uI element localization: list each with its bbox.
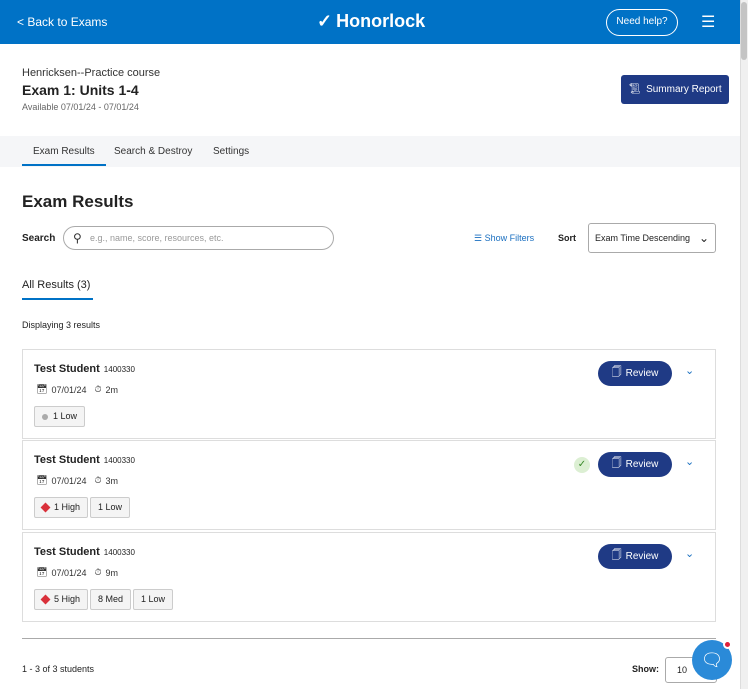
calendar-icon: 📅︎ (36, 567, 48, 577)
search-label: Search (22, 233, 56, 244)
student-id: 1400330 (103, 365, 135, 374)
exam-duration: 9m (105, 567, 119, 578)
exam-meta: 📅︎ 07/01/24 ⏱︎ 2m (36, 384, 118, 395)
show-label: Show: (632, 664, 659, 674)
badge-label: 8 Med (98, 594, 124, 604)
student-name-text: Test Student (34, 546, 100, 558)
review-label: Review (625, 459, 659, 470)
flag-badge: 1 Low (34, 406, 86, 427)
result-card: Test Student 1400330 📅︎ 07/01/24 ⏱︎ 3m 1 Hig… (22, 440, 716, 530)
divider (22, 638, 716, 639)
exam-date: 07/01/24 (51, 475, 87, 486)
badge-label: 1 High (54, 502, 81, 512)
chevron-down-icon[interactable]: ⌄ (685, 455, 694, 468)
badge-label: 1 Low (53, 411, 78, 421)
high-severity-icon (40, 502, 51, 513)
badge-label: 1 Low (141, 594, 166, 604)
show-filters-button[interactable]: ☰ Show Filters (474, 233, 534, 244)
chevron-down-icon[interactable]: ⌄ (685, 364, 694, 377)
exam-duration: 2m (105, 384, 119, 395)
exam-date: 07/01/24 (51, 567, 87, 578)
need-help-button[interactable]: Need help? (606, 9, 678, 36)
badge-label: 1 Low (98, 502, 123, 512)
shield-check-icon: ✓︎ (317, 11, 333, 31)
honorlock-logo: ✓︎ Honorlock (317, 11, 425, 32)
chevron-down-icon: ⌄ (698, 231, 709, 245)
sort-value: Exam Time Descending (595, 233, 691, 243)
student-name-text: Test Student (34, 454, 100, 466)
stopwatch-icon: ⏱︎ (94, 475, 102, 485)
flag-badge: 1 Low (133, 589, 174, 610)
flag-badge: 1 High (34, 497, 89, 518)
tab-exam-results[interactable]: Exam Results (22, 146, 106, 166)
exam-title: Exam 1: Units 1-4 (22, 82, 139, 98)
sliders-icon: ☰ (474, 233, 485, 243)
exam-duration: 3m (105, 475, 119, 486)
course-name: Henricksen--Practice course (22, 67, 161, 79)
result-card: Test Student 1400330 📅︎ 07/01/24 ⏱︎ 2m 1 Low… (22, 349, 716, 439)
flag-badge: 8 Med (90, 589, 132, 610)
search-input[interactable]: ⚲ e.g., name, score, resources, etc. (63, 226, 334, 250)
scrollbar[interactable] (740, 0, 748, 689)
review-doc-icon: 🗍︎ (611, 458, 622, 469)
top-bar: < Back to Exams ✓︎ Honorlock Need help? ☰ (0, 0, 740, 44)
stopwatch-icon: ⏱︎ (94, 567, 102, 577)
flag-badge: 1 Low (90, 497, 131, 518)
search-placeholder: e.g., name, score, resources, etc. (90, 233, 224, 243)
flag-badge: 5 High (34, 589, 89, 610)
availability: Available 07/01/24 - 07/01/24 (22, 102, 139, 112)
chevron-left-icon: < (17, 15, 28, 29)
student-name[interactable]: Test Student 1400330 (34, 363, 135, 375)
review-label: Review (625, 368, 659, 379)
high-severity-icon (40, 594, 51, 605)
flag-badges: 1 High 1 Low (34, 497, 131, 518)
all-results-tab[interactable]: All Results (3) (22, 279, 93, 300)
pagination-count: 1 - 3 of 3 students (22, 664, 95, 674)
calendar-icon: 📅︎ (36, 475, 48, 485)
summary-report-button[interactable]: 📜︎ Summary Report (621, 75, 729, 104)
review-doc-icon: 🗍︎ (611, 550, 622, 561)
back-to-exams-link[interactable]: < Back to Exams (17, 15, 107, 29)
page-title: Exam Results (22, 192, 134, 211)
sort-select[interactable]: Exam Time Descending ⌄ (588, 223, 716, 253)
brand-name: Honorlock (336, 11, 426, 31)
tab-bar: Exam Results Search & Destroy Settings (0, 136, 740, 167)
exam-meta: 📅︎ 07/01/24 ⏱︎ 3m (36, 475, 118, 486)
review-label: Review (625, 551, 659, 562)
review-button[interactable]: 🗍︎ Review (598, 452, 672, 477)
scrollbar-thumb[interactable] (741, 2, 747, 60)
review-button[interactable]: 🗍︎ Review (598, 361, 672, 386)
tab-settings[interactable]: Settings (213, 146, 249, 157)
badge-label: 5 High (54, 594, 81, 604)
student-id: 1400330 (103, 456, 135, 465)
sort-label: Sort (558, 233, 576, 243)
summary-label: Summary Report (646, 84, 722, 95)
flag-badges: 5 High 8 Med 1 Low (34, 589, 174, 610)
hamburger-menu-icon[interactable]: ☰ (701, 12, 715, 32)
student-name-text: Test Student (34, 363, 100, 375)
result-card: Test Student 1400330 📅︎ 07/01/24 ⏱︎ 9m 5 Hig… (22, 532, 716, 622)
flag-badges: 1 Low (34, 406, 86, 427)
scroll-icon: 📜︎ (628, 84, 642, 95)
back-label: Back to Exams (27, 15, 108, 29)
notification-dot (723, 640, 732, 649)
stopwatch-icon: ⏱︎ (94, 384, 102, 394)
exam-meta: 📅︎ 07/01/24 ⏱︎ 9m (36, 567, 118, 578)
show-filters-label: Show Filters (484, 233, 535, 243)
review-button[interactable]: 🗍︎ Review (598, 544, 672, 569)
student-name[interactable]: Test Student 1400330 (34, 454, 135, 466)
search-icon: ⚲ (73, 231, 82, 245)
calendar-icon: 📅︎ (36, 384, 48, 394)
exam-date: 07/01/24 (51, 384, 87, 395)
student-name[interactable]: Test Student 1400330 (34, 546, 135, 558)
results-count: Displaying 3 results (22, 320, 101, 330)
student-id: 1400330 (103, 548, 135, 557)
review-doc-icon: 🗍︎ (611, 367, 622, 378)
tab-search-destroy[interactable]: Search & Destroy (114, 146, 192, 157)
low-severity-icon (42, 413, 48, 420)
reviewed-check-icon: ✓ (574, 457, 590, 473)
chevron-down-icon[interactable]: ⌄ (685, 547, 694, 560)
